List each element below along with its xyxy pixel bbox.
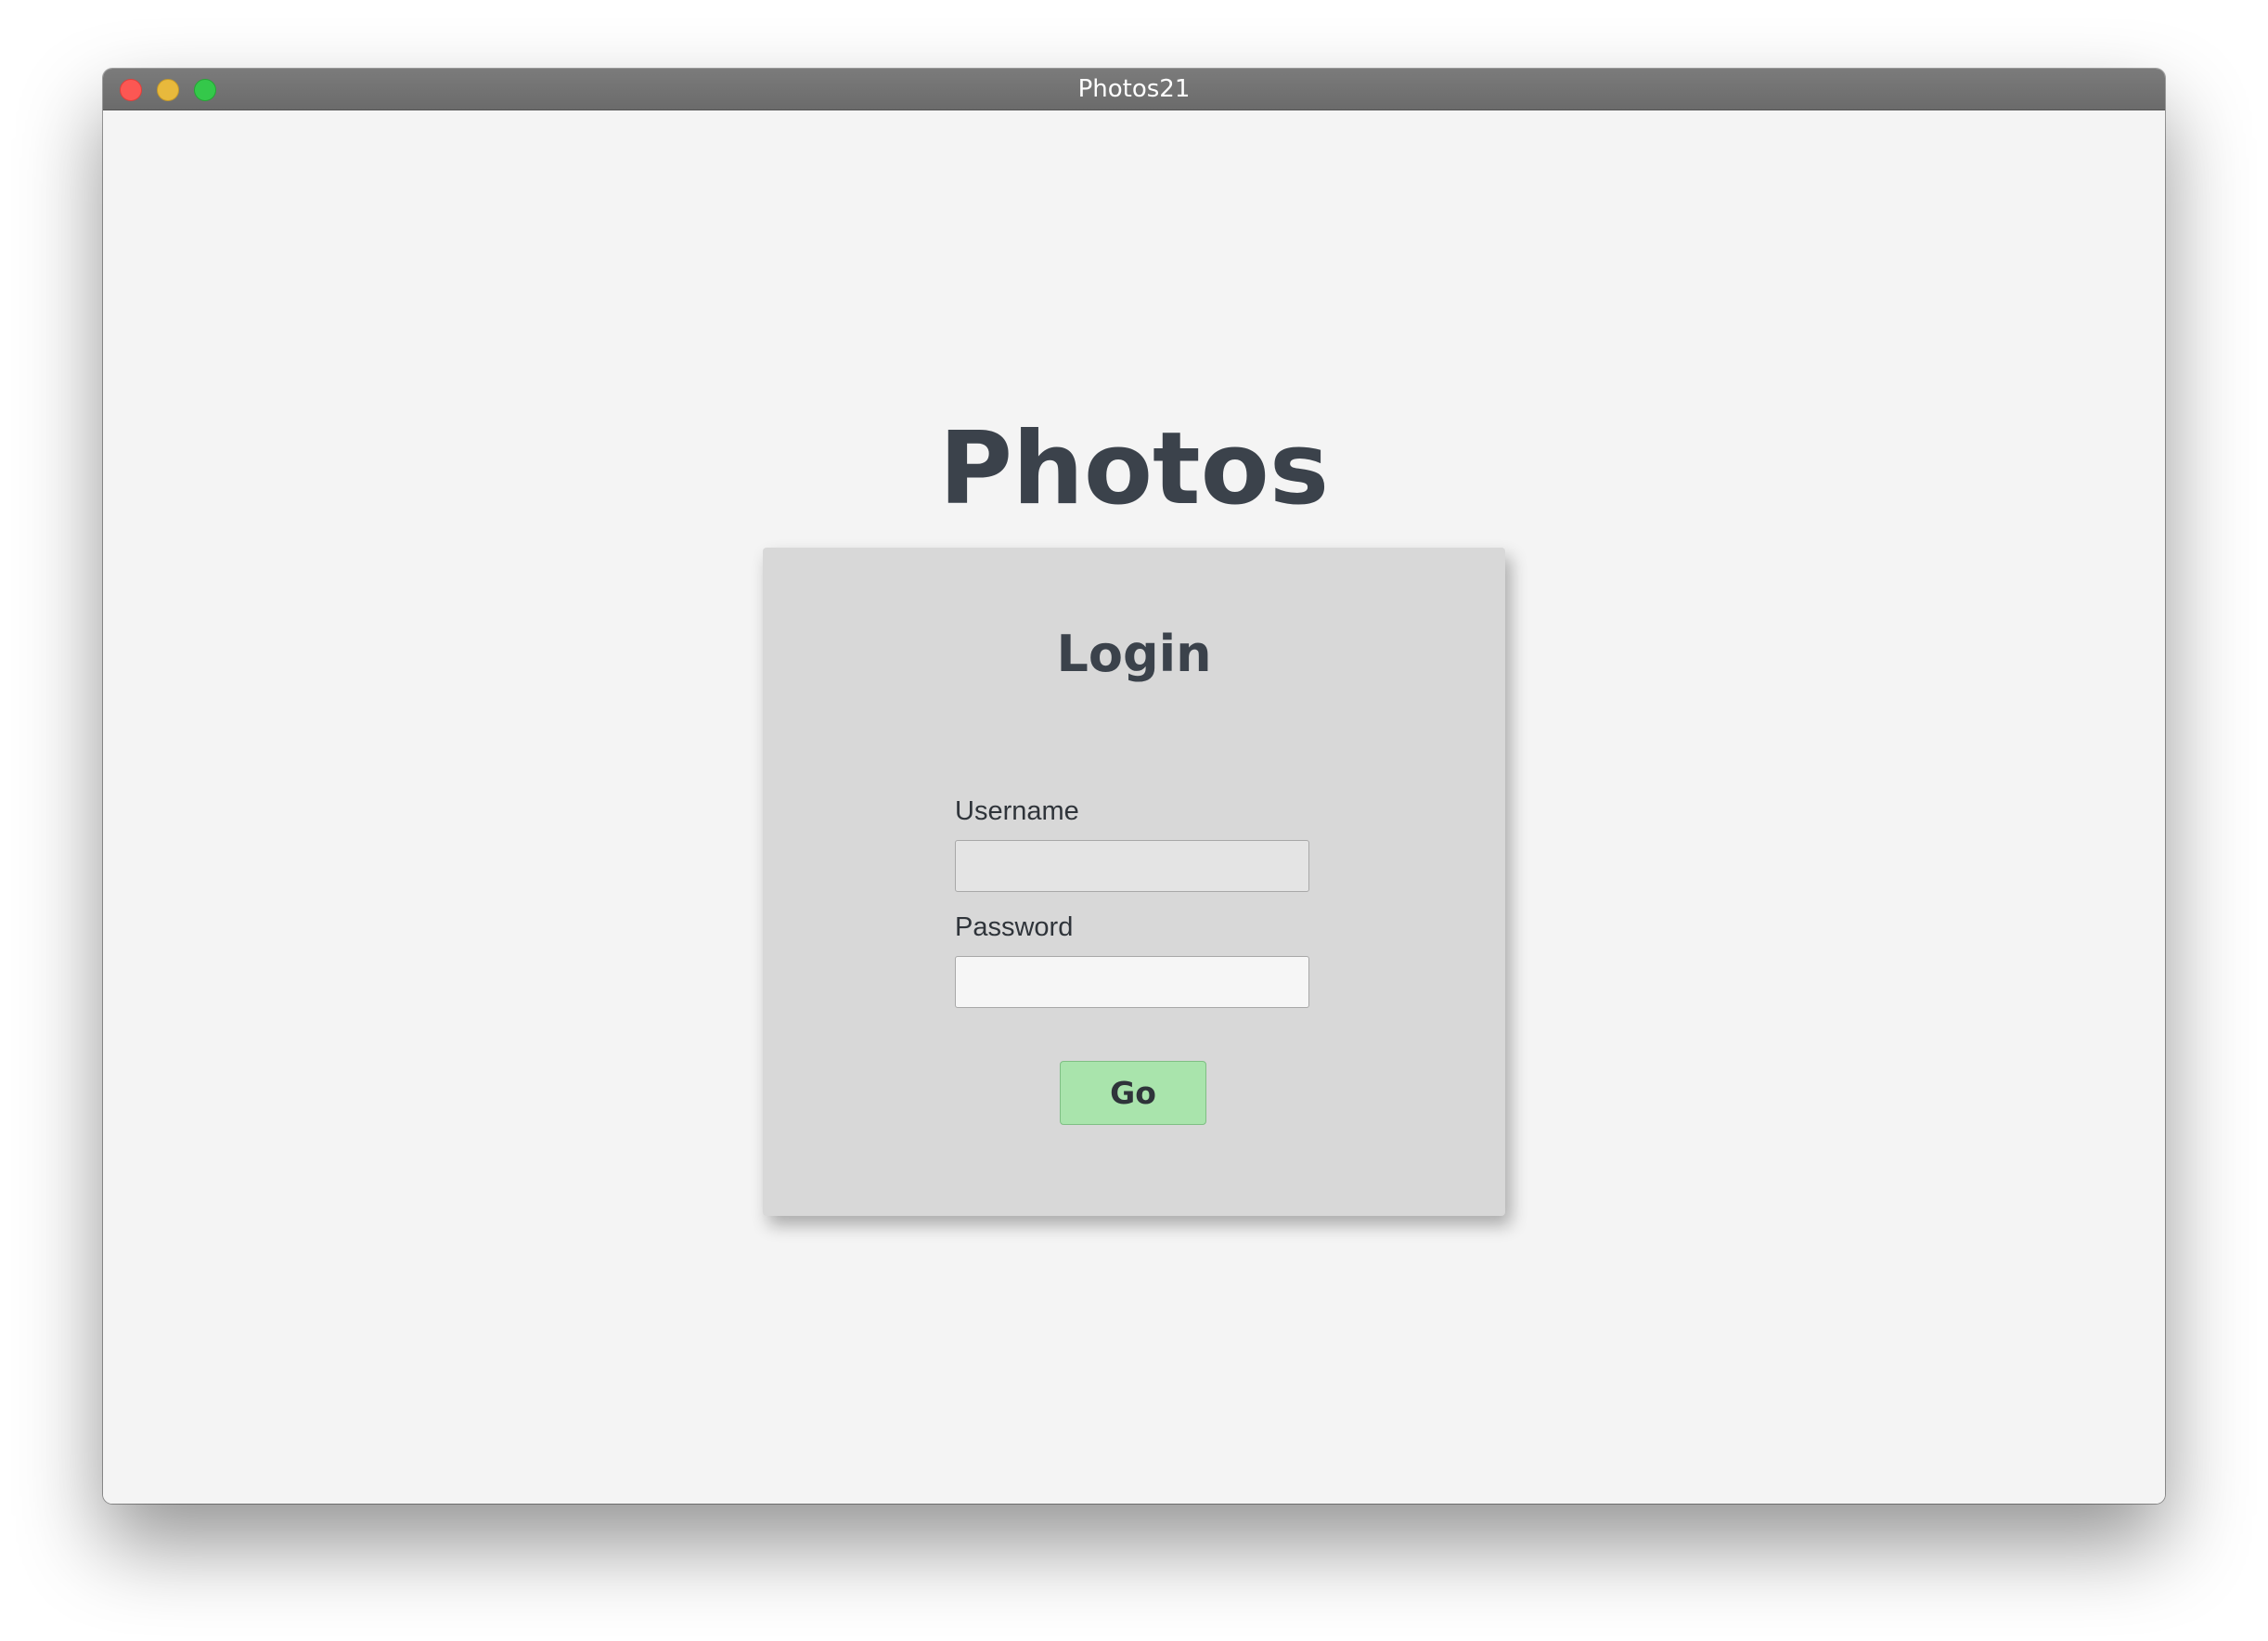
go-button[interactable]: Go bbox=[1060, 1061, 1206, 1125]
password-label: Password bbox=[955, 912, 1074, 942]
window-title: Photos21 bbox=[1077, 75, 1191, 103]
app-title: Photos bbox=[938, 411, 1330, 527]
title-bar[interactable]: Photos21 bbox=[103, 69, 2165, 110]
app-window: Photos21 Photos Login Username Password … bbox=[103, 69, 2165, 1504]
login-card: Login Username Password Go bbox=[763, 548, 1505, 1216]
password-input[interactable] bbox=[955, 956, 1309, 1008]
main-content: Photos Login Username Password Go bbox=[103, 110, 2165, 1504]
username-label: Username bbox=[955, 796, 1079, 826]
login-title: Login bbox=[1056, 625, 1212, 683]
username-input[interactable] bbox=[955, 840, 1309, 892]
